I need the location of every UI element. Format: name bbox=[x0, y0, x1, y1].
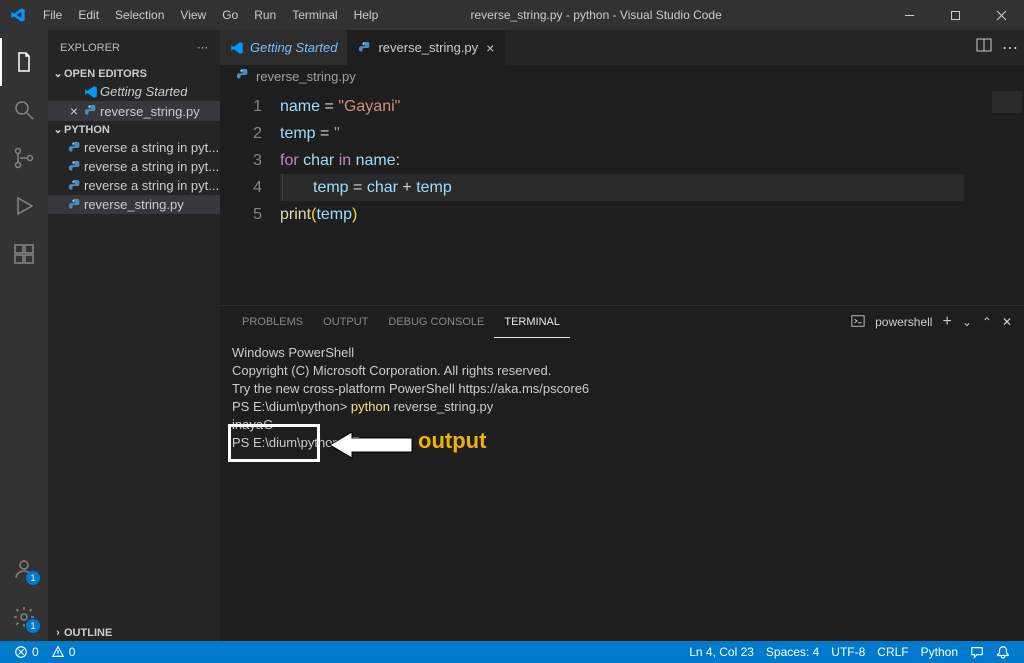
close-icon[interactable]: × bbox=[66, 103, 82, 119]
menu-edit[interactable]: Edit bbox=[70, 0, 107, 30]
terminal-shell-icon[interactable] bbox=[851, 314, 865, 331]
vscode-logo-icon bbox=[0, 7, 35, 23]
window-minimize-button[interactable] bbox=[886, 0, 932, 30]
status-cursor[interactable]: Ln 4, Col 23 bbox=[683, 645, 760, 659]
panel: PROBLEMSOUTPUTDEBUG CONSOLETERMINAL powe… bbox=[220, 305, 1024, 641]
status-bar: 0 0 Ln 4, Col 23 Spaces: 4 UTF-8 CRLF Py… bbox=[0, 641, 1024, 663]
menu-bar: File Edit Selection View Go Run Terminal… bbox=[35, 0, 386, 30]
activity-account[interactable]: 1 bbox=[0, 545, 48, 593]
activity-explorer[interactable] bbox=[0, 38, 48, 86]
annotation-label: output bbox=[418, 428, 486, 454]
panel-maximize-icon[interactable]: ⌃ bbox=[982, 315, 992, 329]
python-file-icon bbox=[66, 179, 84, 193]
menu-run[interactable]: Run bbox=[246, 0, 284, 30]
activity-debug[interactable] bbox=[0, 182, 48, 230]
annotation-arrow-icon bbox=[326, 430, 416, 460]
section-workspace[interactable]: ⌄ PYTHON bbox=[48, 121, 220, 138]
terminal-line: Windows PowerShell bbox=[232, 344, 1012, 362]
open-editor-item[interactable]: Getting Started bbox=[48, 82, 220, 101]
code-line[interactable]: for char in name: bbox=[280, 147, 1024, 174]
status-feedback-icon[interactable] bbox=[964, 645, 990, 659]
panel-tab-problems[interactable]: PROBLEMS bbox=[232, 306, 313, 338]
status-warnings[interactable]: 0 bbox=[45, 645, 82, 659]
editor-area: Getting Startedreverse_string.py× ⋯ reve… bbox=[220, 30, 1024, 641]
sidebar-more-icon[interactable]: ⋯ bbox=[197, 41, 208, 54]
file-item[interactable]: reverse a string in pyt... bbox=[48, 176, 220, 195]
minimap[interactable] bbox=[964, 87, 1024, 305]
terminal-content[interactable]: Windows PowerShellCopyright (C) Microsof… bbox=[220, 338, 1024, 641]
editor-tab[interactable]: Getting Started bbox=[220, 30, 348, 65]
terminal-split-dropdown-icon[interactable]: ⌄ bbox=[962, 315, 972, 329]
status-notifications-icon[interactable] bbox=[990, 645, 1016, 659]
file-item[interactable]: reverse a string in pyt... bbox=[48, 138, 220, 157]
chevron-down-icon: ⌄ bbox=[52, 123, 64, 136]
title-bar: File Edit Selection View Go Run Terminal… bbox=[0, 0, 1024, 30]
activity-search[interactable] bbox=[0, 86, 48, 134]
settings-badge: 1 bbox=[26, 619, 40, 633]
breadcrumb-file: reverse_string.py bbox=[256, 69, 356, 84]
panel-tab-bar: PROBLEMSOUTPUTDEBUG CONSOLETERMINAL powe… bbox=[220, 306, 1024, 338]
terminal-new-icon[interactable]: + bbox=[942, 313, 951, 331]
status-eol[interactable]: CRLF bbox=[871, 645, 914, 659]
code-line[interactable]: print(temp) bbox=[280, 201, 1024, 228]
python-file-icon bbox=[66, 141, 84, 155]
terminal-line: Copyright (C) Microsoft Corporation. All… bbox=[232, 362, 1012, 380]
python-file-icon bbox=[358, 41, 372, 55]
file-item[interactable]: reverse_string.py bbox=[48, 195, 220, 214]
python-file-icon bbox=[66, 198, 84, 212]
code-line[interactable]: temp = '' bbox=[280, 120, 1024, 147]
breadcrumb[interactable]: reverse_string.py bbox=[220, 65, 1024, 87]
status-encoding[interactable]: UTF-8 bbox=[825, 645, 871, 659]
activity-bar: 1 1 bbox=[0, 30, 48, 641]
status-errors[interactable]: 0 bbox=[8, 645, 45, 659]
editor-tab-bar: Getting Startedreverse_string.py× ⋯ bbox=[220, 30, 1024, 65]
panel-tab-debug-console[interactable]: DEBUG CONSOLE bbox=[378, 306, 494, 338]
editor-tab[interactable]: reverse_string.py× bbox=[348, 30, 505, 65]
code-line[interactable]: name = "Gayani" bbox=[280, 93, 1024, 120]
line-number-gutter: 12345 bbox=[220, 87, 280, 305]
activity-settings[interactable]: 1 bbox=[0, 593, 48, 641]
menu-go[interactable]: Go bbox=[214, 0, 246, 30]
window-close-button[interactable] bbox=[978, 0, 1024, 30]
chevron-down-icon: ⌄ bbox=[52, 67, 64, 80]
menu-terminal[interactable]: Terminal bbox=[284, 0, 345, 30]
status-language[interactable]: Python bbox=[915, 645, 964, 659]
chevron-right-icon: › bbox=[52, 627, 64, 639]
activity-extensions[interactable] bbox=[0, 230, 48, 278]
sidebar-explorer: EXPLORER ⋯ ⌄ OPEN EDITORS Getting Starte… bbox=[48, 30, 220, 641]
terminal-line: Try the new cross-platform PowerShell ht… bbox=[232, 380, 1012, 398]
section-outline[interactable]: › OUTLINE bbox=[48, 625, 220, 641]
activity-scm[interactable] bbox=[0, 134, 48, 182]
window-maximize-button[interactable] bbox=[932, 0, 978, 30]
panel-tab-terminal[interactable]: TERMINAL bbox=[494, 306, 570, 338]
file-item[interactable]: reverse a string in pyt... bbox=[48, 157, 220, 176]
menu-view[interactable]: View bbox=[172, 0, 214, 30]
more-icon[interactable]: ⋯ bbox=[1002, 38, 1018, 58]
panel-tab-output[interactable]: OUTPUT bbox=[313, 306, 378, 338]
python-file-icon bbox=[82, 104, 100, 118]
vscode-file-icon bbox=[82, 85, 100, 99]
menu-help[interactable]: Help bbox=[346, 0, 387, 30]
split-editor-icon[interactable] bbox=[976, 37, 992, 58]
menu-selection[interactable]: Selection bbox=[107, 0, 172, 30]
status-spaces[interactable]: Spaces: 4 bbox=[760, 645, 825, 659]
code-line[interactable]: temp = char + temp bbox=[280, 174, 1024, 201]
python-file-icon bbox=[66, 160, 84, 174]
sidebar-title: EXPLORER bbox=[60, 42, 120, 54]
python-file-icon bbox=[236, 68, 250, 85]
open-editor-item[interactable]: ×reverse_string.py bbox=[48, 101, 220, 121]
annotation-box bbox=[228, 424, 320, 462]
window-title: reverse_string.py - python - Visual Stud… bbox=[386, 8, 886, 22]
panel-close-icon[interactable]: ✕ bbox=[1002, 315, 1012, 329]
section-open-editors[interactable]: ⌄ OPEN EDITORS bbox=[48, 65, 220, 82]
menu-file[interactable]: File bbox=[35, 0, 70, 30]
code-editor[interactable]: 12345 name = "Gayani"temp = ''for char i… bbox=[220, 87, 1024, 305]
close-icon[interactable]: × bbox=[486, 40, 494, 56]
account-badge: 1 bbox=[26, 571, 40, 585]
terminal-shell-label[interactable]: powershell bbox=[875, 315, 932, 329]
vscode-file-icon bbox=[230, 41, 244, 55]
